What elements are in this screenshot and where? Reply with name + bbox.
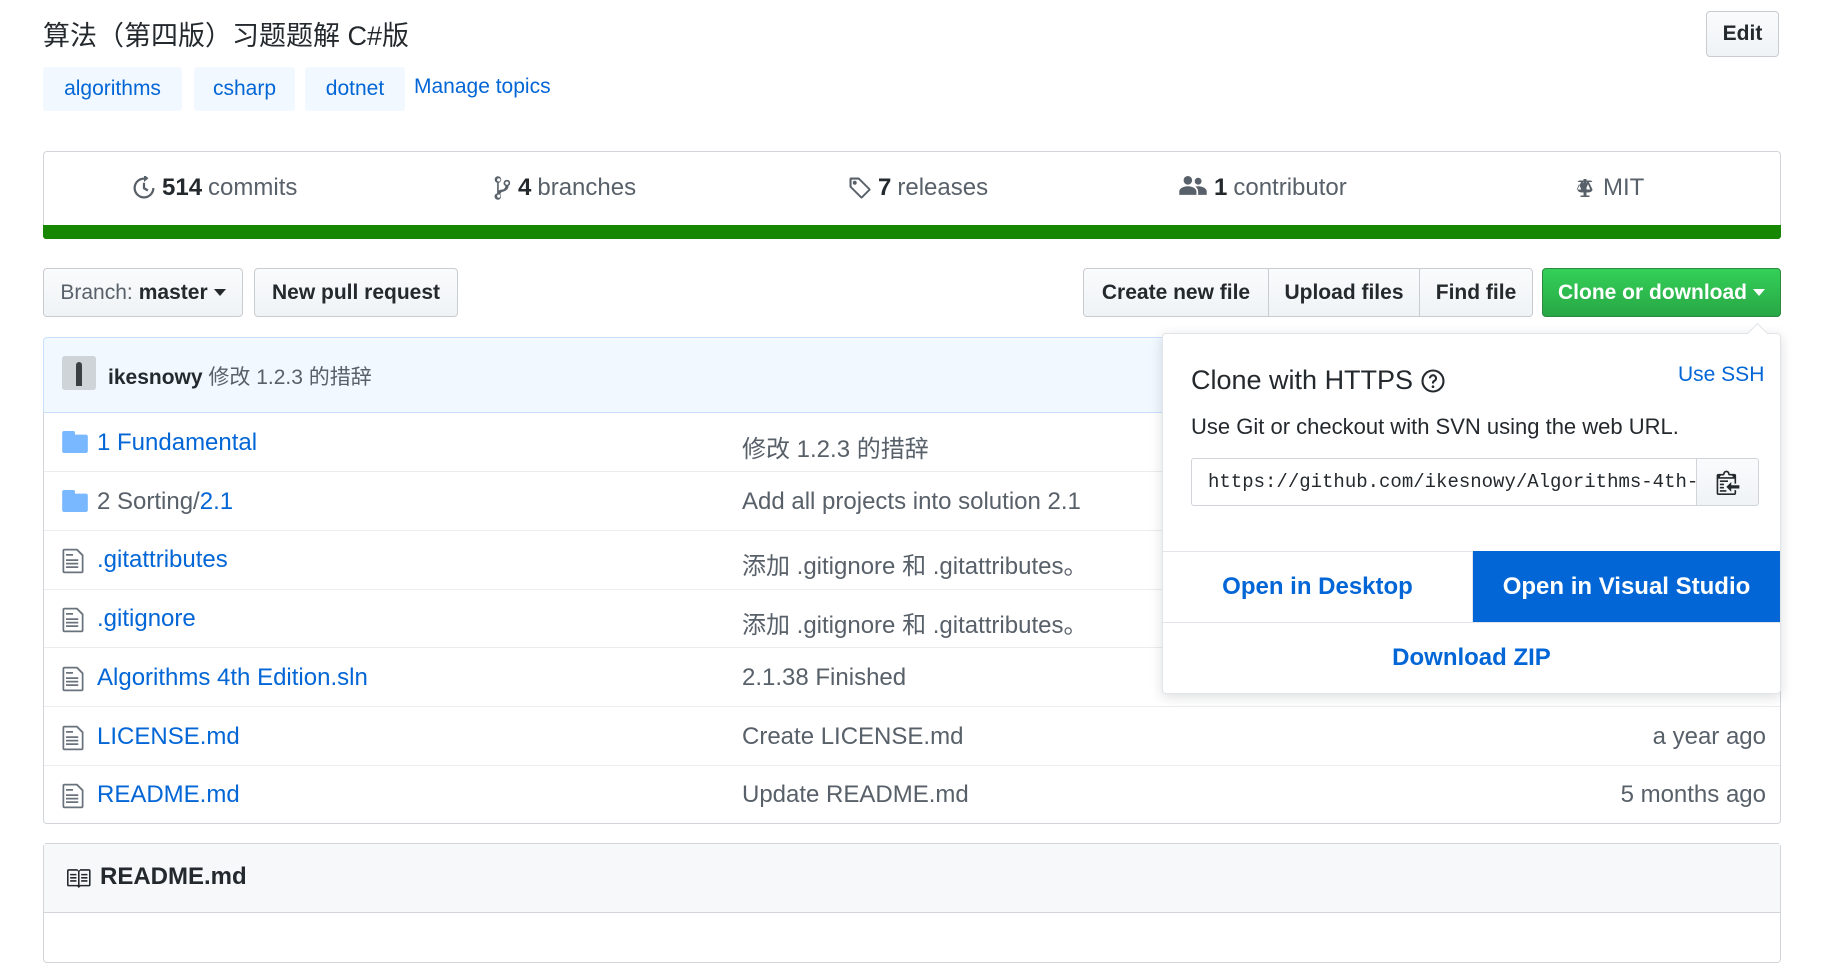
row-divider: [44, 706, 1780, 707]
file-commit-message[interactable]: 添加 .gitignore 和 .gitattributes。: [742, 546, 1087, 581]
file-name-link[interactable]: README.md: [97, 781, 240, 809]
file-commit-message[interactable]: Update README.md: [742, 781, 969, 809]
folder-icon: [62, 431, 88, 458]
clone-help-text: Use Git or checkout with SVN using the w…: [1191, 414, 1679, 439]
file-name-leaf[interactable]: 2.1: [200, 488, 233, 515]
file-icon: [62, 665, 84, 698]
download-zip-button[interactable]: Download ZIP: [1163, 622, 1780, 693]
file-icon: [62, 724, 84, 757]
open-in-visual-studio-button[interactable]: Open in Visual Studio: [1473, 551, 1780, 622]
avatar-image: [62, 356, 96, 390]
caret-down-icon: [1753, 289, 1765, 296]
contributors-label: contributor: [1233, 174, 1347, 201]
clone-label: Clone or download: [1558, 280, 1747, 304]
find-file-button[interactable]: Find file: [1419, 268, 1533, 317]
commits-link[interactable]: 514 commits: [132, 174, 297, 202]
tag-icon: [849, 177, 871, 199]
file-commit-message[interactable]: Create LICENSE.md: [742, 723, 963, 751]
file-name-link[interactable]: Algorithms 4th Edition.sln: [97, 664, 368, 692]
clone-title: Clone with HTTPS: [1191, 365, 1445, 396]
file-name-prefix: 2 Sorting/: [97, 488, 200, 515]
file-name-link[interactable]: .gitignore: [97, 605, 196, 633]
file-commit-message[interactable]: Add all projects into solution 2.1: [742, 488, 1081, 516]
contributors-count: 1: [1214, 174, 1228, 201]
branches-link[interactable]: 4 branches: [492, 174, 636, 202]
branch-icon: [494, 176, 511, 200]
branch-select-button[interactable]: Branch: master: [43, 268, 243, 317]
file-name-link[interactable]: 2 Sorting/2.1: [97, 488, 233, 516]
readme-title-text: README.md: [100, 863, 247, 890]
license-name: MIT: [1603, 174, 1645, 201]
commit-author[interactable]: ikesnowy: [108, 366, 203, 389]
question-icon[interactable]: [1421, 368, 1445, 393]
manage-topics-link[interactable]: Manage topics: [414, 75, 551, 99]
branch-name: master: [138, 280, 208, 304]
topic-tag[interactable]: csharp: [194, 67, 295, 111]
clipboard-icon: [1716, 470, 1739, 495]
file-age: a year ago: [1652, 723, 1766, 750]
readme-title: README.md: [64, 863, 247, 891]
clone-title-text: Clone with HTTPS: [1191, 365, 1414, 395]
caret-down-icon: [213, 289, 226, 296]
commits-count: 514: [162, 174, 203, 201]
contributors-link[interactable]: 1 contributor: [1178, 174, 1347, 202]
file-age: 5 months ago: [1620, 781, 1766, 808]
topic-tag[interactable]: dotnet: [305, 67, 405, 111]
topic-tag[interactable]: algorithms: [43, 67, 182, 111]
row-divider: [44, 765, 1780, 766]
commit-message[interactable]: 修改 1.2.3 的措辞: [208, 366, 371, 389]
avatar[interactable]: [62, 356, 96, 390]
branch-prefix: Branch:: [60, 280, 133, 304]
law-icon: [1576, 179, 1593, 197]
file-icon: [62, 606, 84, 639]
upload-files-button[interactable]: Upload files: [1268, 268, 1420, 317]
people-icon: [1179, 176, 1207, 195]
releases-link[interactable]: 7 releases: [848, 174, 988, 202]
commits-label: commits: [208, 174, 298, 201]
clone-or-download-button[interactable]: Clone or download: [1542, 268, 1781, 317]
readme-header: [44, 844, 1780, 913]
file-name-link[interactable]: LICENSE.md: [97, 723, 240, 751]
folder-icon: [62, 490, 88, 517]
repo-description: 算法（第四版）习题题解 C#版: [43, 21, 410, 51]
clone-url-input[interactable]: https://github.com/ikesnowy/Algorithms-4…: [1191, 458, 1697, 506]
file-icon: [62, 782, 84, 815]
file-commit-message[interactable]: 2.1.38 Finished: [742, 664, 906, 692]
create-new-file-button[interactable]: Create new file: [1083, 268, 1269, 317]
license-link[interactable]: MIT: [1573, 174, 1644, 202]
edit-description-button[interactable]: Edit: [1706, 11, 1779, 57]
releases-label: releases: [897, 174, 989, 201]
file-commit-message[interactable]: 修改 1.2.3 的措辞: [742, 429, 929, 464]
branches-label: branches: [537, 174, 637, 201]
copy-url-button[interactable]: [1696, 458, 1759, 506]
book-icon: [67, 869, 91, 888]
history-icon: [133, 176, 155, 199]
file-name-link[interactable]: .gitattributes: [97, 546, 228, 574]
latest-commit-info: ikesnowy 修改 1.2.3 的措辞: [108, 361, 372, 391]
file-name-link[interactable]: 1 Fundamental: [97, 429, 257, 457]
file-icon: [62, 547, 84, 580]
new-pull-request-button[interactable]: New pull request: [254, 268, 458, 317]
file-commit-message[interactable]: 添加 .gitignore 和 .gitattributes。: [742, 605, 1087, 640]
open-in-desktop-button[interactable]: Open in Desktop: [1163, 551, 1473, 622]
language-bar[interactable]: [43, 225, 1781, 239]
branches-count: 4: [518, 174, 532, 201]
releases-count: 7: [878, 174, 892, 201]
use-ssh-link[interactable]: Use SSH: [1678, 363, 1764, 387]
